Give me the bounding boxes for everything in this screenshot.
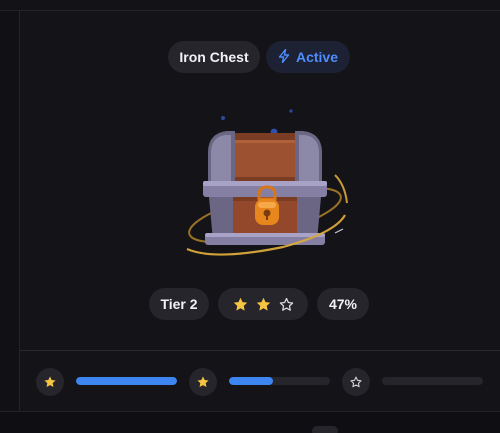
page: Iron Chest Active Tier 2 47% <box>0 0 500 433</box>
progress-fill-1 <box>76 377 177 385</box>
progress-track-1 <box>76 377 177 385</box>
star-outline-icon <box>278 296 295 313</box>
star-filled-icon <box>255 296 272 313</box>
star-rating <box>218 288 308 320</box>
progress-percent-badge: 47% <box>317 288 369 320</box>
status-label: Active <box>295 49 339 65</box>
progress-track-3 <box>382 377 483 385</box>
footer-element <box>312 426 338 433</box>
left-gutter <box>0 11 19 411</box>
chest-card: Iron Chest Active Tier 2 47% <box>20 11 500 411</box>
chest-image <box>175 103 355 273</box>
section-divider <box>20 350 500 351</box>
progress-fill-2 <box>229 377 274 385</box>
step-3-star-outline-icon <box>342 368 370 396</box>
footer-strip <box>0 412 500 433</box>
chest-name: Iron Chest <box>179 49 249 65</box>
tier-label: Tier 2 <box>160 296 198 312</box>
progress-percent: 47% <box>328 296 358 312</box>
chest-name-badge: Iron Chest <box>168 41 260 73</box>
status-badge: Active <box>266 41 350 73</box>
step-1-star-filled-icon <box>36 368 64 396</box>
tier-badge: Tier 2 <box>149 288 209 320</box>
step-2-star-filled-icon <box>189 368 217 396</box>
lightning-icon <box>278 48 290 66</box>
star-filled-icon <box>232 296 249 313</box>
progress-track-2 <box>229 377 330 385</box>
